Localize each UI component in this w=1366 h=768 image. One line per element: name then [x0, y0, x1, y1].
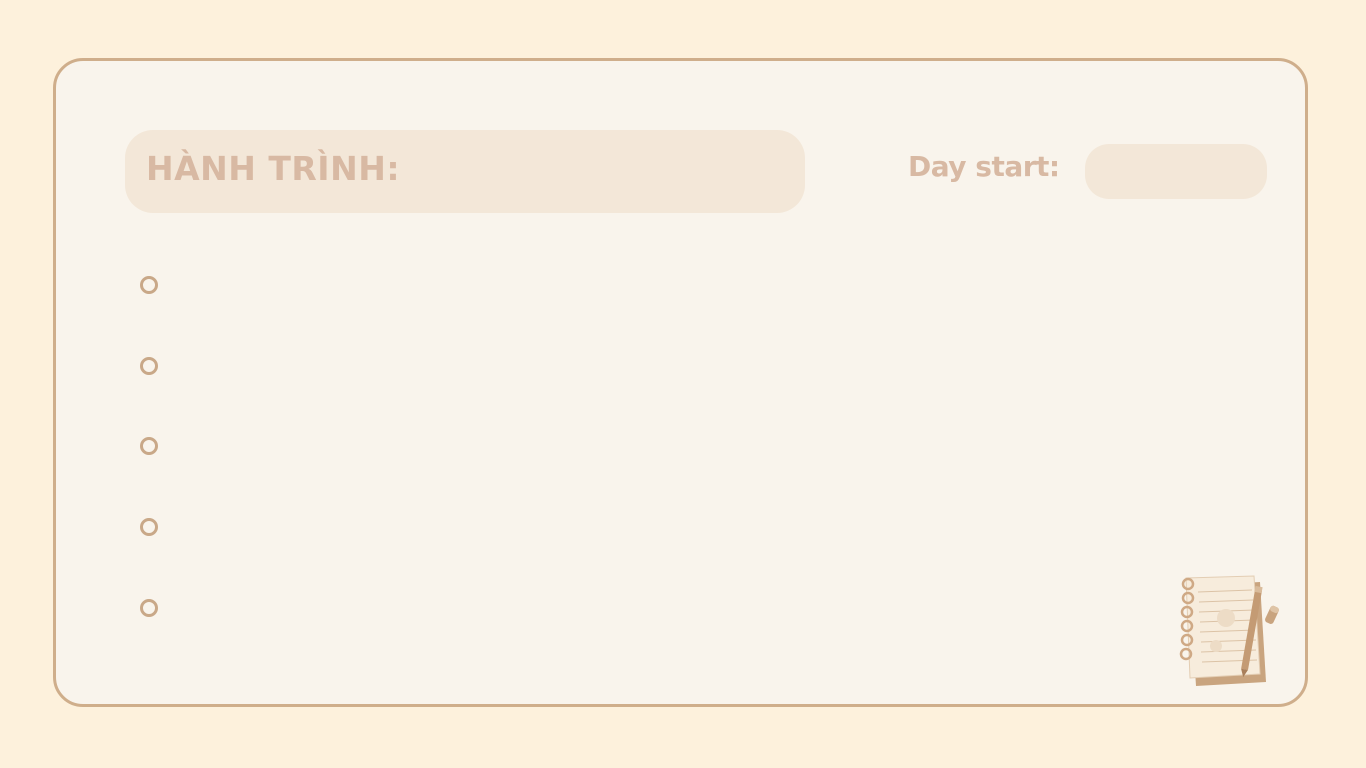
bullet-icon: [140, 518, 158, 536]
bullet-icon: [140, 276, 158, 294]
day-start-field[interactable]: [1085, 144, 1267, 199]
entry-input[interactable]: [175, 593, 1229, 625]
entry-input[interactable]: [175, 512, 1229, 544]
entry-input[interactable]: [175, 431, 1229, 463]
bullet-icon: [140, 599, 158, 617]
entry-input[interactable]: [175, 270, 1229, 302]
bullet-icon: [140, 357, 158, 375]
journey-title-bar: HÀNH TRÌNH:: [125, 130, 805, 213]
notebook-with-pen-icon: [1179, 575, 1279, 686]
journey-title: HÀNH TRÌNH:: [146, 149, 401, 188]
bullet-icon: [140, 437, 158, 455]
day-start-label: Day start:: [908, 150, 1060, 183]
entry-input[interactable]: [175, 351, 1229, 383]
